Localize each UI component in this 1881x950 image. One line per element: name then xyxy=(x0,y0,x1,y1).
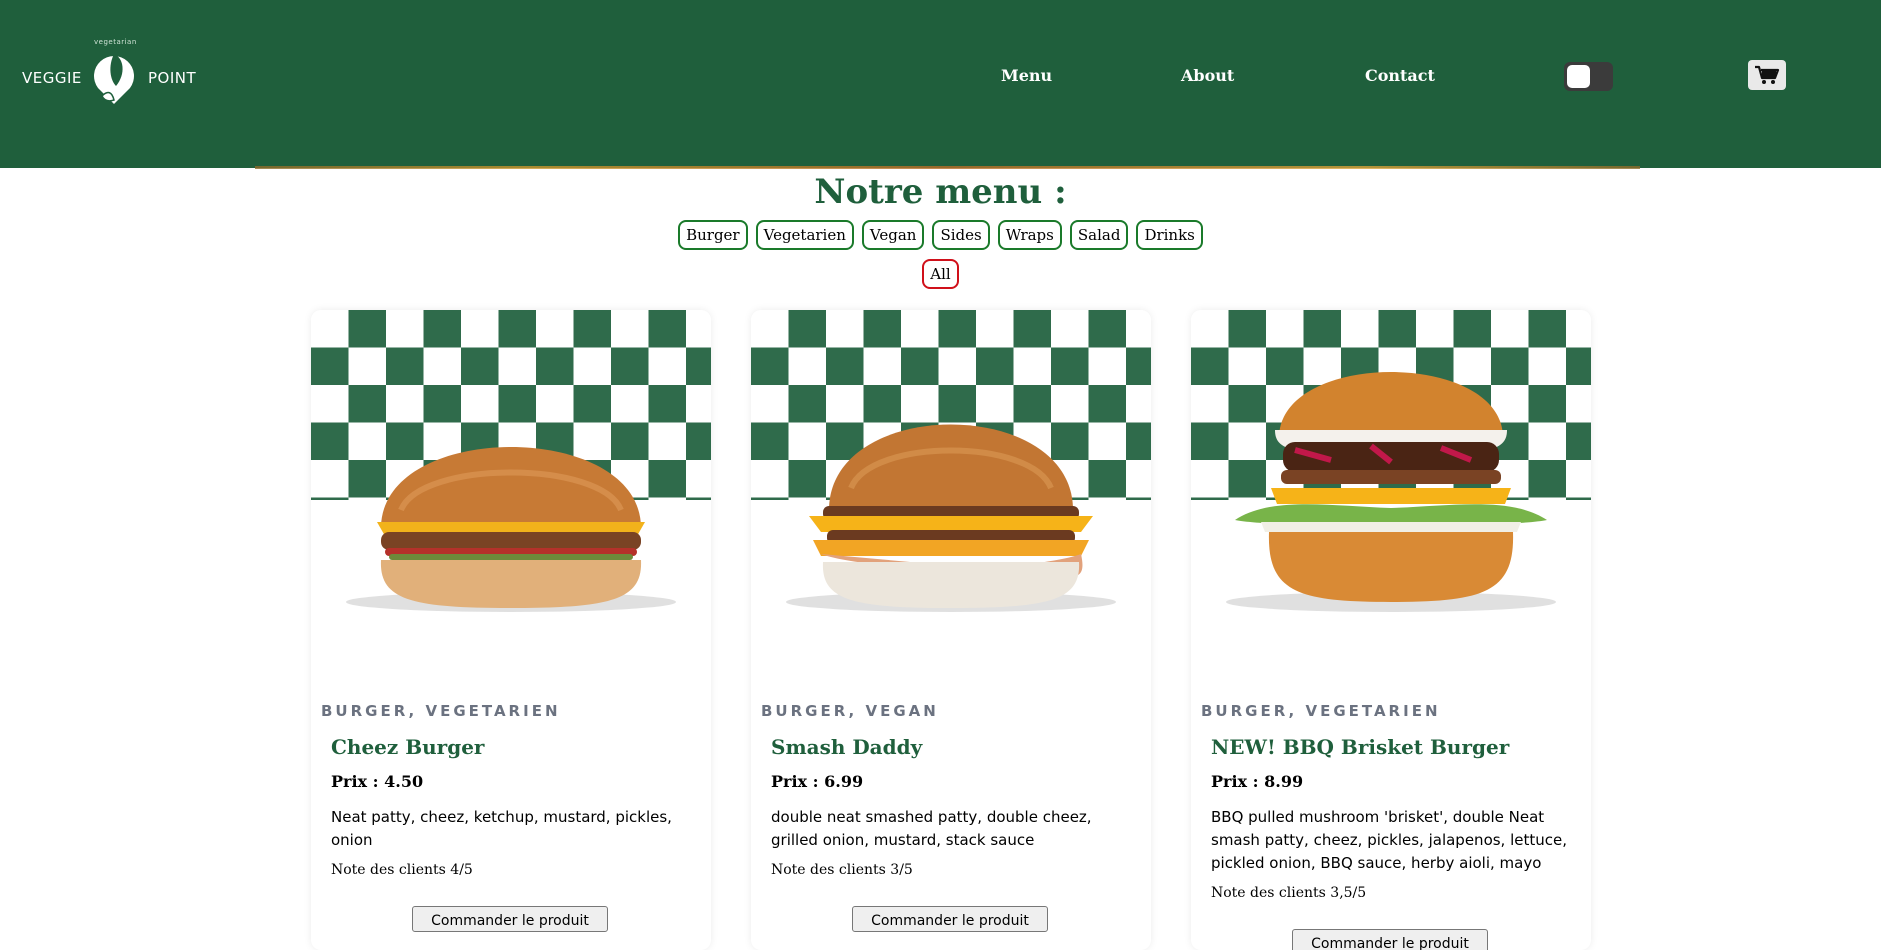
product-category: BURGER, VEGAN xyxy=(761,702,939,720)
nav-contact-link[interactable]: Contact xyxy=(1365,66,1435,85)
cart-button[interactable] xyxy=(1748,60,1786,90)
brand-name-left: VEGGIE xyxy=(22,69,82,87)
product-price: Prix : 4.50 xyxy=(331,772,424,791)
filter-vegan-button[interactable]: Vegan xyxy=(861,220,925,250)
nav-menu-link[interactable]: Menu xyxy=(1001,66,1052,85)
product-description: double neat smashed patty, double cheez,… xyxy=(771,808,1092,849)
filter-wraps-button[interactable]: Wraps xyxy=(997,220,1062,250)
product-rating: Note des clients 3,5/5 xyxy=(1211,885,1367,901)
nav-about-link[interactable]: About xyxy=(1181,66,1234,85)
product-image xyxy=(1191,310,1591,670)
product-card: BURGER, VEGAN Smash Daddy Prix : 6.99 do… xyxy=(751,310,1151,950)
filter-all-row: All xyxy=(0,259,1881,289)
filter-sides-button[interactable]: Sides xyxy=(932,220,990,250)
burger-image xyxy=(346,447,676,612)
filter-vegetarien-button[interactable]: Vegetarien xyxy=(755,220,854,250)
product-name: Smash Daddy xyxy=(771,735,923,759)
site-header: VEGGIE vegetarian POINT Menu About Conta… xyxy=(0,0,1881,168)
product-description: BBQ pulled mushroom 'brisket', double Ne… xyxy=(1211,808,1568,872)
burger-image xyxy=(786,424,1116,612)
product-name: NEW! BBQ Brisket Burger xyxy=(1211,735,1510,759)
brand-logo[interactable]: VEGGIE vegetarian POINT xyxy=(22,38,202,110)
product-image xyxy=(751,310,1151,670)
product-card: BURGER, VEGETARIEN NEW! BBQ Brisket Burg… xyxy=(1191,310,1591,950)
product-category: BURGER, VEGETARIEN xyxy=(321,702,561,720)
category-filters: Burger Vegetarien Vegan Sides Wraps Sala… xyxy=(0,220,1881,250)
filter-salad-button[interactable]: Salad xyxy=(1069,220,1129,250)
header-accent-stripe xyxy=(255,166,1640,169)
order-product-button[interactable]: Commander le produit xyxy=(852,906,1048,932)
filter-all-button[interactable]: All xyxy=(922,259,959,289)
product-image xyxy=(311,310,711,670)
product-rating: Note des clients 4/5 xyxy=(331,862,473,878)
page-title: Notre menu : xyxy=(814,172,1067,212)
theme-toggle[interactable] xyxy=(1564,62,1613,91)
product-card: BURGER, VEGETARIEN Cheez Burger Prix : 4… xyxy=(311,310,711,950)
leaf-logo-icon xyxy=(94,54,134,104)
product-description: Neat patty, cheez, ketchup, mustard, pic… xyxy=(331,808,672,849)
product-price: Prix : 8.99 xyxy=(1211,772,1304,791)
product-category: BURGER, VEGETARIEN xyxy=(1201,702,1441,720)
filter-burger-button[interactable]: Burger xyxy=(678,220,748,250)
filter-drinks-button[interactable]: Drinks xyxy=(1136,220,1203,250)
toggle-knob xyxy=(1567,65,1590,88)
cart-icon xyxy=(1755,65,1780,84)
product-price: Prix : 6.99 xyxy=(771,772,864,791)
product-rating: Note des clients 3/5 xyxy=(771,862,913,878)
brand-name-right: POINT xyxy=(148,69,197,87)
burger-image xyxy=(1226,372,1556,612)
order-product-button[interactable]: Commander le produit xyxy=(412,906,608,932)
product-name: Cheez Burger xyxy=(331,735,485,759)
order-product-button[interactable]: Commander le produit xyxy=(1292,929,1488,950)
